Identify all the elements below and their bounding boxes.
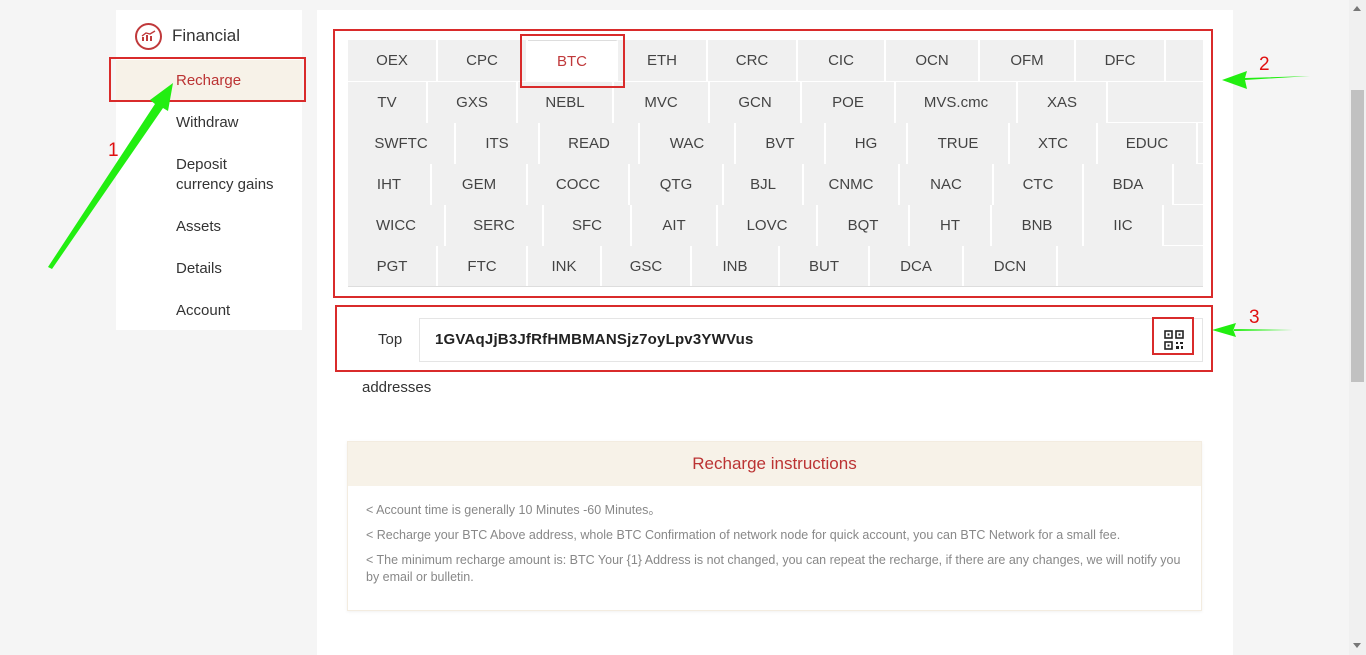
scrollbar-thumb[interactable] <box>1351 90 1364 382</box>
scroll-up-icon[interactable] <box>1353 6 1361 11</box>
annotation-arrows <box>48 71 1310 337</box>
arrow-3 <box>1212 323 1293 337</box>
arrow-1 <box>48 83 173 269</box>
scroll-down-icon[interactable] <box>1353 643 1361 648</box>
scrollbar[interactable] <box>1349 0 1366 655</box>
arrow-2 <box>1222 71 1310 89</box>
